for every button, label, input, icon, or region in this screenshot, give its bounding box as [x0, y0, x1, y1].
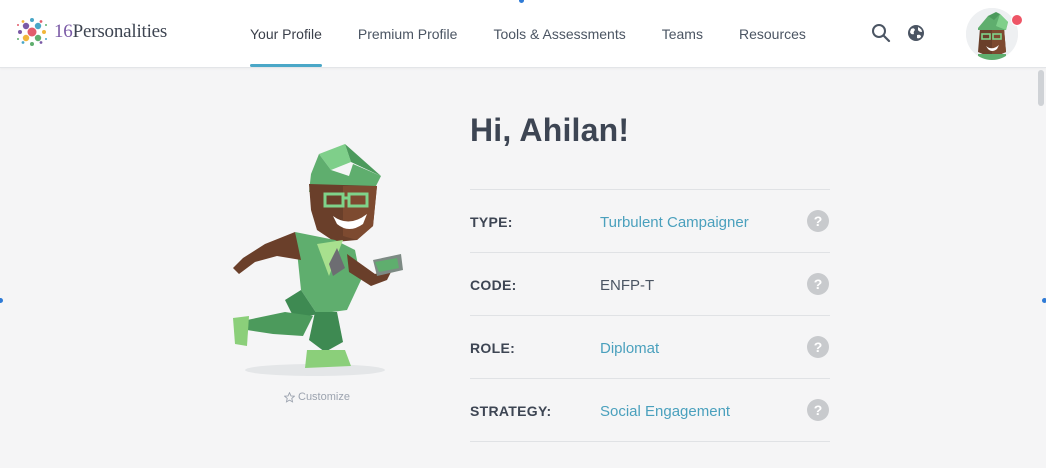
brand-number: 16 — [54, 21, 73, 42]
strategy-value-link[interactable]: Social Engagement — [600, 403, 730, 420]
row-label: CODE: — [470, 277, 517, 293]
row-label: STRATEGY: — [470, 403, 552, 419]
globe-icon[interactable] — [906, 23, 926, 43]
personality-character-illustration — [233, 144, 403, 376]
star-icon — [284, 391, 295, 403]
selection-handle-left — [0, 298, 3, 303]
brand-name: 16Personalities — [54, 21, 167, 43]
nav-resources[interactable]: Resources — [721, 0, 824, 67]
nav-premium-profile[interactable]: Premium Profile — [340, 0, 476, 67]
notification-dot — [1011, 14, 1023, 26]
scrollbar-thumb[interactable] — [1038, 70, 1044, 106]
help-icon[interactable]: ? — [807, 336, 829, 358]
help-icon[interactable]: ? — [807, 399, 829, 421]
profile-row-role: ROLE: Diplomat ? — [470, 316, 830, 379]
top-navigation: 16Personalities Your Profile Premium Pro… — [0, 0, 1046, 68]
help-icon[interactable]: ? — [807, 210, 829, 232]
code-value: ENFP-T — [600, 277, 655, 294]
row-label: TYPE: — [470, 214, 513, 230]
role-value-link[interactable]: Diplomat — [600, 340, 659, 357]
customize-label: Customize — [298, 391, 350, 403]
logo-mark-icon — [17, 18, 47, 46]
profile-summary-table: TYPE: Turbulent Campaigner ? CODE: ENFP-… — [470, 189, 830, 442]
help-icon[interactable]: ? — [807, 273, 829, 295]
type-value-link[interactable]: Turbulent Campaigner — [600, 214, 749, 231]
nav-your-profile[interactable]: Your Profile — [232, 0, 340, 67]
search-icon[interactable] — [871, 23, 891, 43]
brand-logo[interactable]: 16Personalities — [14, 14, 167, 50]
nav-tools-assessments[interactable]: Tools & Assessments — [475, 0, 643, 67]
page-title: Hi, Ahilan! — [470, 112, 630, 148]
profile-row-type: TYPE: Turbulent Campaigner ? — [470, 190, 830, 253]
profile-row-code: CODE: ENFP-T ? — [470, 253, 830, 316]
nav-links: Your Profile Premium Profile Tools & Ass… — [232, 0, 824, 67]
row-label: ROLE: — [470, 340, 516, 356]
profile-row-strategy: STRATEGY: Social Engagement ? — [470, 379, 830, 442]
brand-wordmark: Personalities — [72, 21, 168, 42]
nav-teams[interactable]: Teams — [644, 0, 721, 67]
selection-handle-right — [1042, 298, 1046, 303]
avatar-portrait-icon — [966, 8, 1018, 60]
customize-link[interactable]: Customize — [284, 391, 350, 403]
user-avatar[interactable] — [966, 8, 1018, 60]
